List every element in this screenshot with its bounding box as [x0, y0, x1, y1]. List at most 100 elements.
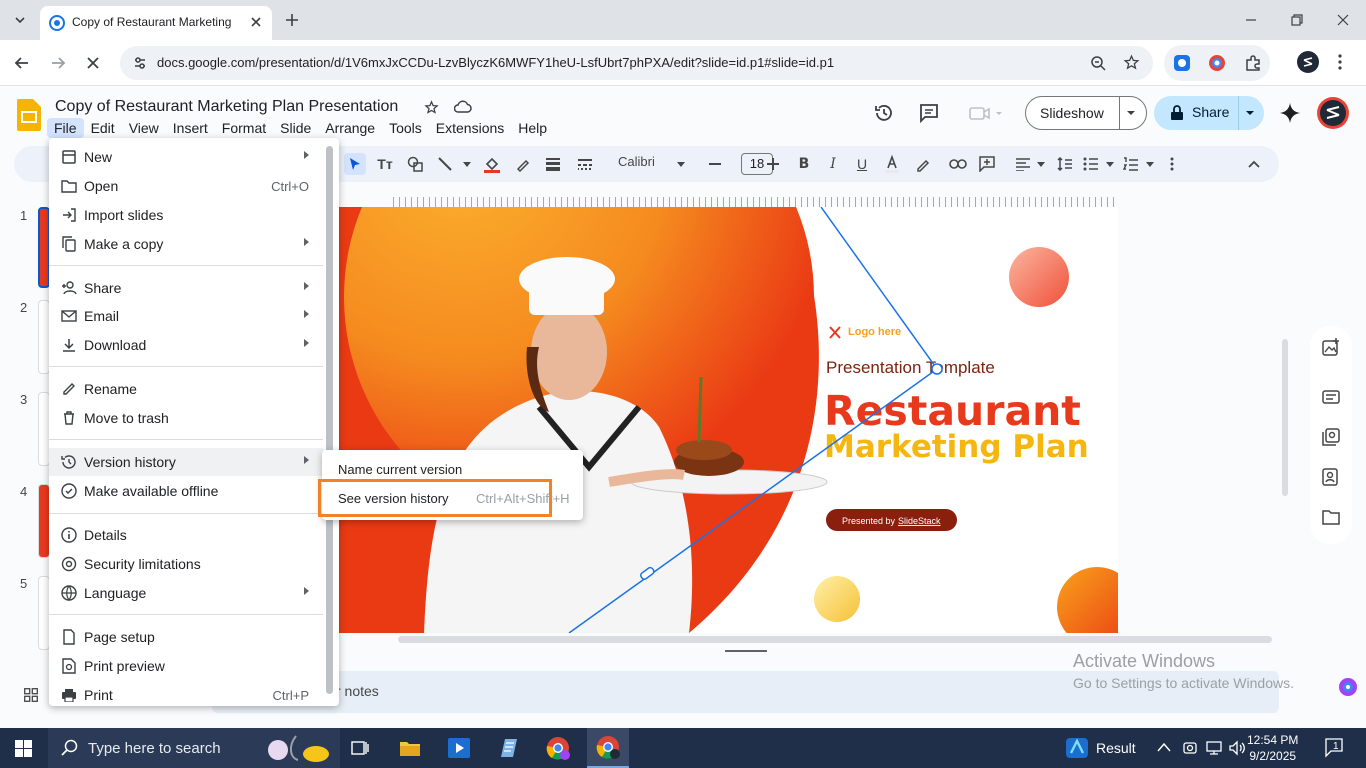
- network-icon[interactable]: [1205, 740, 1223, 756]
- meet-camera-icon[interactable]: [968, 104, 1006, 122]
- border-color-icon[interactable]: [512, 153, 534, 175]
- zoom-icon[interactable]: [1090, 55, 1106, 71]
- file-menu-item-security-limitations[interactable]: Security limitations: [49, 550, 323, 578]
- file-menu-item-email[interactable]: Email: [49, 302, 323, 330]
- select-cursor-icon[interactable]: [344, 153, 366, 175]
- file-menu-item-page-setup[interactable]: Page setup: [49, 623, 323, 651]
- bookmark-star-icon[interactable]: [1123, 54, 1140, 71]
- border-weight-icon[interactable]: [542, 153, 564, 175]
- profile-avatar[interactable]: [1297, 51, 1319, 73]
- file-menu-item-download[interactable]: Download: [49, 331, 323, 359]
- site-info-icon[interactable]: [132, 55, 148, 71]
- comments-icon[interactable]: [919, 103, 939, 123]
- menu-help[interactable]: Help: [511, 118, 554, 138]
- file-menu-item-make-available-offline[interactable]: Make available offline: [49, 477, 323, 505]
- file-menu-item-print-preview[interactable]: Print preview: [49, 652, 323, 680]
- slides-logo-icon[interactable]: [17, 99, 41, 131]
- menu-scrollbar[interactable]: [326, 146, 333, 694]
- star-icon[interactable]: [424, 100, 439, 115]
- extension-one-icon[interactable]: [1173, 54, 1191, 72]
- vertical-scrollbar[interactable]: [1282, 339, 1288, 496]
- border-dash-icon[interactable]: [574, 153, 596, 175]
- close-window-icon[interactable]: [1335, 12, 1351, 28]
- file-menu-item-move-to-trash[interactable]: Move to trash: [49, 404, 323, 432]
- increase-font-icon[interactable]: [762, 153, 784, 175]
- menu-extensions[interactable]: Extensions: [429, 118, 511, 138]
- file-menu-item-make-a-copy[interactable]: Make a copy: [49, 230, 323, 258]
- windows-start-icon[interactable]: [15, 740, 32, 757]
- file-menu-item-version-history[interactable]: Version history: [49, 448, 323, 476]
- new-tab-icon[interactable]: [284, 12, 300, 28]
- menu-arrange[interactable]: Arrange: [318, 118, 382, 138]
- stop-loading-icon[interactable]: [84, 54, 102, 72]
- version-history-icon[interactable]: [874, 103, 894, 123]
- line-spacing-icon[interactable]: [1054, 153, 1076, 175]
- chrome-profile-icon[interactable]: [540, 732, 576, 764]
- account-avatar[interactable]: [1317, 97, 1349, 129]
- line-icon[interactable]: [434, 153, 456, 175]
- minimize-icon[interactable]: [1243, 12, 1259, 28]
- file-menu-item-open[interactable]: Open Ctrl+O: [49, 172, 323, 200]
- show-hidden-icons[interactable]: [1157, 742, 1171, 752]
- menu-slide[interactable]: Slide: [273, 118, 318, 138]
- file-menu-item-share[interactable]: Share: [49, 274, 323, 302]
- browser-tab[interactable]: Copy of Restaurant Marketing Plan Presen…: [40, 6, 272, 40]
- slideshow-dropdown-icon[interactable]: [1126, 110, 1136, 116]
- menu-format[interactable]: Format: [215, 118, 273, 138]
- align-dropdown-icon[interactable]: [1030, 153, 1052, 175]
- gemini-sparkle-icon[interactable]: [1280, 103, 1300, 123]
- address-bar[interactable]: docs.google.com/presentation/d/1V6mxJxCC…: [120, 46, 1153, 80]
- contacts-icon[interactable]: [1322, 468, 1340, 486]
- media-app-icon[interactable]: [441, 732, 477, 764]
- share-button[interactable]: Share: [1154, 96, 1264, 130]
- extension-two-icon[interactable]: [1208, 54, 1226, 72]
- bold-icon[interactable]: B: [793, 153, 815, 175]
- ai-assist-icon[interactable]: [1338, 677, 1358, 697]
- folder-icon[interactable]: [1322, 509, 1340, 525]
- menu-insert[interactable]: Insert: [166, 118, 215, 138]
- tab-close-icon[interactable]: [248, 14, 264, 30]
- volume-icon[interactable]: [1228, 740, 1246, 756]
- back-icon[interactable]: [13, 54, 31, 72]
- gallery-icon[interactable]: [1322, 428, 1340, 446]
- font-dropdown-icon[interactable]: [670, 153, 692, 175]
- slide-canvas[interactable]: Logo here Presentation Template Restaura…: [339, 207, 1118, 633]
- add-comment-icon[interactable]: [976, 153, 998, 175]
- keep-notes-icon[interactable]: [1322, 389, 1340, 405]
- add-image-icon[interactable]: [1322, 338, 1340, 356]
- slideshow-button[interactable]: Slideshow: [1025, 96, 1147, 130]
- forward-icon[interactable]: [49, 54, 67, 72]
- browser-menu-icon[interactable]: [1337, 53, 1343, 71]
- task-view-icon[interactable]: [342, 732, 378, 764]
- notes-app-icon[interactable]: [490, 732, 526, 764]
- text-box-icon[interactable]: Tт: [374, 153, 396, 175]
- file-menu-item-language[interactable]: Language: [49, 579, 323, 607]
- horizontal-scrollbar[interactable]: [398, 636, 1272, 643]
- menu-tools[interactable]: Tools: [382, 118, 429, 138]
- decrease-font-icon[interactable]: [704, 153, 726, 175]
- menu-file[interactable]: File: [47, 118, 84, 138]
- collapse-toolbar-icon[interactable]: [1243, 153, 1265, 175]
- insert-link-icon[interactable]: [947, 153, 969, 175]
- share-dropdown-icon[interactable]: [1245, 110, 1255, 116]
- font-family-select[interactable]: Calibri: [618, 154, 655, 169]
- result-label[interactable]: Result: [1096, 740, 1136, 756]
- extensions-puzzle-icon[interactable]: [1244, 54, 1262, 72]
- file-menu-item-import-slides[interactable]: Import slides: [49, 201, 323, 229]
- file-menu-item-print[interactable]: Print Ctrl+P: [49, 681, 323, 709]
- shape-icon[interactable]: [404, 153, 426, 175]
- notification-center-icon[interactable]: 1: [1325, 738, 1347, 758]
- chrome-active-icon[interactable]: [587, 728, 629, 768]
- italic-icon[interactable]: I: [822, 153, 844, 175]
- numbered-list-dropdown-icon[interactable]: [1139, 153, 1161, 175]
- more-options-icon[interactable]: [1161, 153, 1183, 175]
- cloud-status-icon[interactable]: [454, 100, 472, 114]
- underline-icon[interactable]: U: [851, 153, 873, 175]
- restore-icon[interactable]: [1289, 12, 1305, 28]
- file-menu-item-new[interactable]: New: [49, 143, 323, 171]
- line-dropdown-icon[interactable]: [456, 153, 478, 175]
- tab-search-icon[interactable]: [12, 12, 28, 28]
- text-color-icon[interactable]: [881, 153, 903, 175]
- menu-view[interactable]: View: [122, 118, 166, 138]
- system-clock[interactable]: 12:54 PM 9/2/2025: [1247, 732, 1298, 764]
